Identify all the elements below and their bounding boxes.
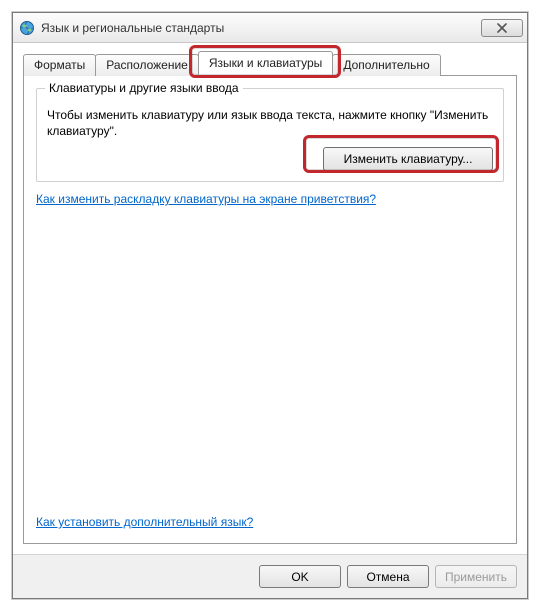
tab-location[interactable]: Расположение [95, 54, 199, 76]
spacer [36, 206, 504, 507]
tab-languages-keyboards[interactable]: Языки и клавиатуры [198, 51, 333, 75]
ok-button[interactable]: OK [259, 565, 341, 588]
group-description: Чтобы изменить клавиатуру или язык ввода… [47, 107, 493, 139]
globe-icon [19, 20, 35, 36]
keyboards-group: Клавиатуры и другие языки ввода Чтобы из… [36, 88, 504, 182]
tabs-container: Форматы Расположение Языки и клавиатуры … [23, 51, 517, 75]
tab-panel: Клавиатуры и другие языки ввода Чтобы из… [23, 75, 517, 544]
cancel-button[interactable]: Отмена [347, 565, 429, 588]
tab-formats[interactable]: Форматы [23, 54, 96, 76]
titlebar[interactable]: Язык и региональные стандарты [13, 13, 527, 43]
close-button[interactable] [481, 19, 523, 37]
window-title: Язык и региональные стандарты [41, 21, 481, 35]
close-icon [496, 23, 508, 33]
client-area: Форматы Расположение Языки и клавиатуры … [13, 43, 527, 554]
change-keyboard-button[interactable]: Изменить клавиатуру... [323, 147, 493, 171]
tab-strip: Форматы Расположение Языки и клавиатуры … [23, 51, 517, 75]
group-legend: Клавиатуры и другие языки ввода [45, 81, 243, 95]
apply-button[interactable]: Применить [435, 565, 517, 588]
link-install-language[interactable]: Как установить дополнительный язык? [36, 515, 504, 529]
tab-advanced[interactable]: Дополнительно [332, 54, 440, 76]
dialog-window: Язык и региональные стандарты Форматы Ра… [12, 12, 528, 599]
link-welcome-screen-layout[interactable]: Как изменить раскладку клавиатуры на экр… [36, 192, 504, 206]
dialog-button-bar: OK Отмена Применить [13, 554, 527, 598]
